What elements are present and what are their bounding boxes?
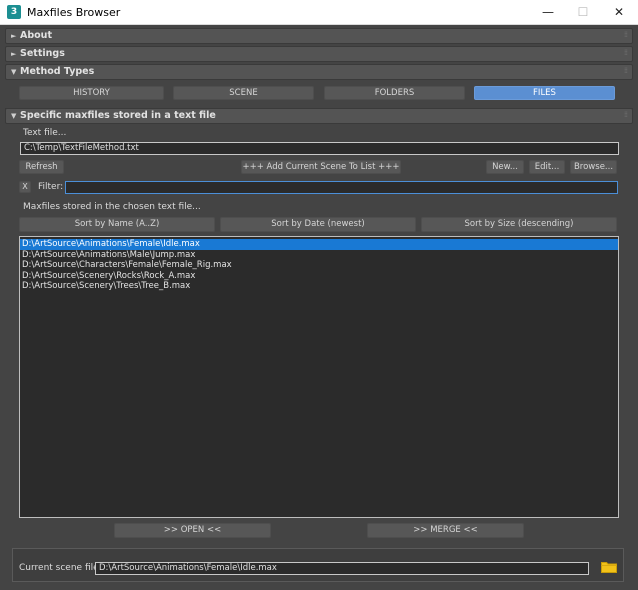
refresh-button[interactable]: Refresh <box>19 160 64 174</box>
add-current-scene-button[interactable]: +++ Add Current Scene To List +++ <box>241 160 401 174</box>
grip-icon: ⁞⁞ <box>623 30 628 39</box>
grip-icon: ⁞⁞ <box>623 48 628 57</box>
list-item[interactable]: D:\ArtSource\Characters\Female\Female_Ri… <box>20 260 618 271</box>
text-file-path-field[interactable]: C:\Temp\TextFileMethod.txt <box>20 142 619 155</box>
maxfiles-list[interactable]: D:\ArtSource\Animations\Female\Idle.max … <box>19 236 619 518</box>
current-scene-label: Current scene file: <box>19 563 102 573</box>
grip-icon: ⁞⁞ <box>623 66 628 75</box>
maxfiles-list-label: Maxfiles stored in the chosen text file.… <box>23 202 201 212</box>
rollout-specific-files-label: Specific maxfiles stored in a text file <box>20 110 216 121</box>
sort-by-size-button[interactable]: Sort by Size (descending) <box>421 217 617 232</box>
new-button[interactable]: New... <box>486 160 524 174</box>
rollout-specific-files[interactable]: ▼ Specific maxfiles stored in a text fil… <box>5 108 633 124</box>
list-item[interactable]: D:\ArtSource\Scenery\Trees\Tree_B.max <box>20 281 618 292</box>
window-title: Maxfiles Browser <box>27 6 121 19</box>
tab-folders[interactable]: FOLDERS <box>324 86 465 100</box>
tab-scene[interactable]: SCENE <box>173 86 314 100</box>
merge-button[interactable]: >> MERGE << <box>367 523 524 538</box>
rollout-method-types[interactable]: ▼ Method Types ⁞⁞ <box>5 64 633 80</box>
grip-icon: ⁞⁞ <box>623 110 628 119</box>
rollout-method-types-label: Method Types <box>20 66 95 77</box>
browse-button[interactable]: Browse... <box>570 160 617 174</box>
list-item[interactable]: D:\ArtSource\Animations\Male\Jump.max <box>20 250 618 261</box>
close-button[interactable]: ✕ <box>601 0 637 24</box>
clear-filter-button[interactable]: X <box>19 181 31 193</box>
open-button[interactable]: >> OPEN << <box>114 523 271 538</box>
rollout-settings[interactable]: ► Settings ⁞⁞ <box>5 46 633 62</box>
text-file-label: Text file... <box>23 128 67 138</box>
current-scene-field: D:\ArtSource\Animations\Female\Idle.max <box>95 562 589 575</box>
edit-button[interactable]: Edit... <box>529 160 565 174</box>
collapsed-arrow-icon: ► <box>11 50 17 58</box>
filter-label: Filter: <box>38 182 64 192</box>
sort-by-date-button[interactable]: Sort by Date (newest) <box>220 217 416 232</box>
app-icon: 3 <box>7 5 21 19</box>
maximize-button[interactable]: ☐ <box>565 0 601 24</box>
expanded-arrow-icon: ▼ <box>11 112 17 120</box>
folder-icon[interactable] <box>601 560 617 573</box>
filter-input[interactable] <box>65 181 618 194</box>
list-item[interactable]: D:\ArtSource\Scenery\Rocks\Rock_A.max <box>20 271 618 282</box>
list-item[interactable]: D:\ArtSource\Animations\Female\Idle.max <box>20 239 618 250</box>
tab-files[interactable]: FILES <box>474 86 615 100</box>
tab-history[interactable]: HISTORY <box>19 86 164 100</box>
rollout-about[interactable]: ► About ⁞⁞ <box>5 28 633 44</box>
collapsed-arrow-icon: ► <box>11 32 17 40</box>
minimize-button[interactable]: — <box>530 0 566 24</box>
sort-by-name-button[interactable]: Sort by Name (A..Z) <box>19 217 215 232</box>
rollout-about-label: About <box>20 30 52 41</box>
expanded-arrow-icon: ▼ <box>11 68 17 76</box>
title-bar: 3 Maxfiles Browser — ☐ ✕ <box>0 0 638 25</box>
rollout-settings-label: Settings <box>20 48 65 59</box>
